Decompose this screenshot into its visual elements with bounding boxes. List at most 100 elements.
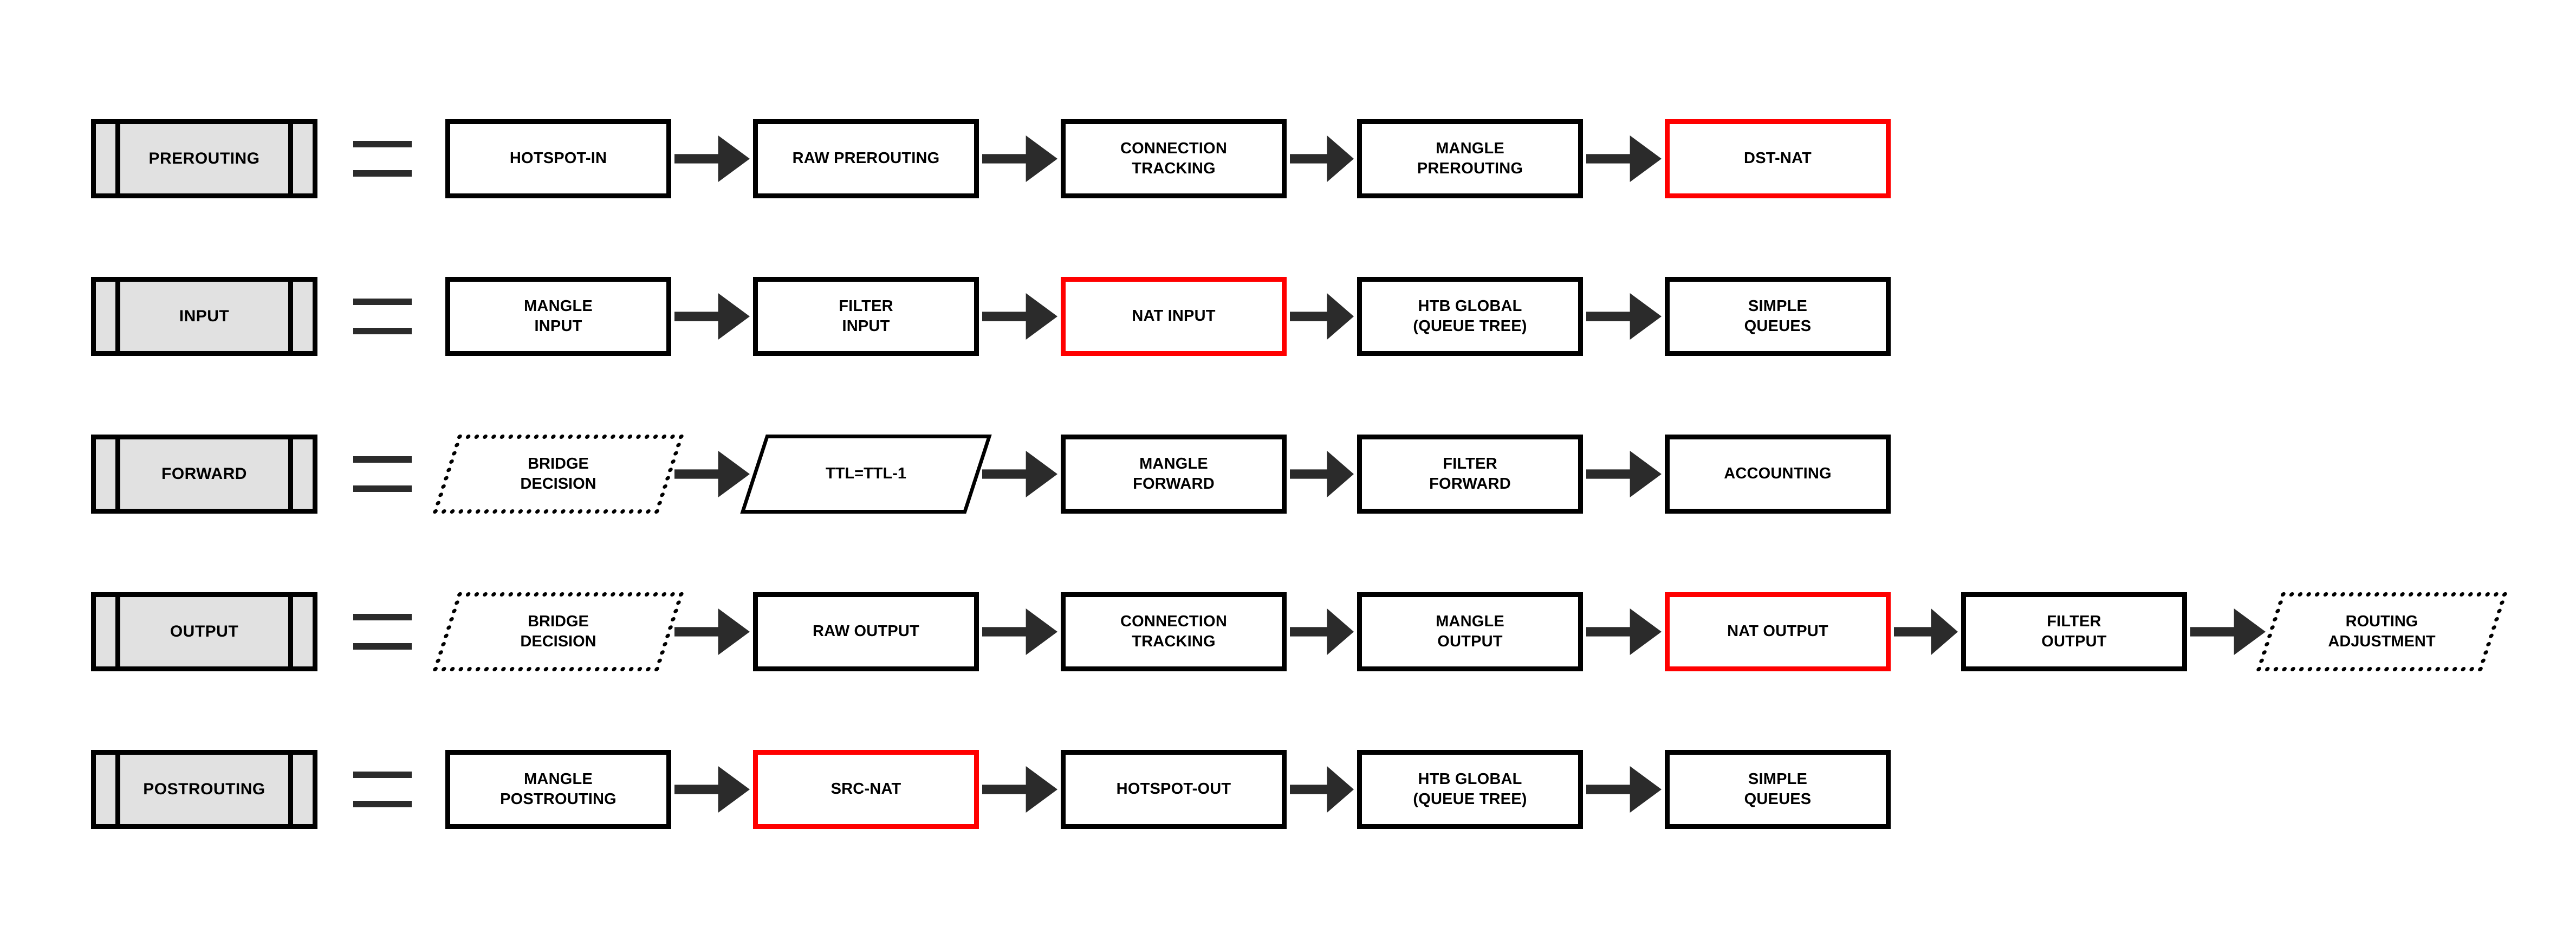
node-hotspot-in: HOTSPOT-IN: [445, 119, 671, 198]
node-label: MANGLE PREROUTING: [1417, 139, 1523, 177]
node-src-nat: SRC-NAT: [753, 750, 979, 829]
arrow-connector: [1586, 451, 1662, 497]
chain-label-text: INPUT: [179, 307, 230, 325]
node-filter-forward: FILTER FORWARD: [1357, 435, 1583, 514]
node-raw-output: RAW OUTPUT: [753, 592, 979, 671]
equals-sign-input: [353, 299, 412, 334]
node-ttl-ttl-1: TTL=TTL-1: [740, 435, 992, 514]
chain-label-forward: FORWARD: [91, 435, 317, 514]
node-simple-queues: SIMPLE QUEUES: [1665, 277, 1891, 356]
chain-label-divider-right: [288, 755, 293, 824]
node-mangle-postrouting: MANGLE POSTROUTING: [445, 750, 671, 829]
node-bridge-decision: BRIDGE DECISION: [432, 435, 684, 514]
node-label: FILTER FORWARD: [1429, 455, 1511, 493]
chain-label-postrouting: POSTROUTING: [91, 750, 317, 829]
chain-label-divider-right: [288, 282, 293, 351]
arrow-glyph: [674, 135, 750, 182]
node-mangle-output: MANGLE OUTPUT: [1357, 592, 1583, 671]
arrow-glyph: [982, 135, 1057, 182]
node-mangle-input: MANGLE INPUT: [445, 277, 671, 356]
arrow-glyph: [674, 451, 750, 497]
arrow-connector: [674, 135, 750, 182]
node-simple-queues: SIMPLE QUEUES: [1665, 750, 1891, 829]
equals-sign-postrouting: [353, 772, 412, 807]
node-label: SRC-NAT: [830, 780, 901, 798]
node-connection-tracking: CONNECTION TRACKING: [1061, 592, 1287, 671]
equals-bar-top: [353, 456, 412, 463]
arrow-glyph: [1290, 608, 1354, 655]
arrow-connector: [1290, 766, 1354, 813]
node-mangle-forward: MANGLE FORWARD: [1061, 435, 1287, 514]
arrow-glyph: [1290, 135, 1354, 182]
node-label: BRIDGE DECISION: [520, 455, 596, 493]
arrow-glyph: [982, 608, 1057, 655]
chain-label-text: PREROUTING: [148, 149, 260, 167]
node-label: NAT INPUT: [1132, 307, 1216, 325]
node-label: BRIDGE DECISION: [520, 612, 596, 650]
arrow-glyph: [1586, 135, 1662, 182]
equals-bar-bottom: [353, 328, 412, 334]
node-filter-output: FILTER OUTPUT: [1961, 592, 2187, 671]
arrow-glyph: [1290, 293, 1354, 340]
arrow-connector: [982, 766, 1057, 813]
node-label: ACCOUNTING: [1724, 465, 1832, 483]
arrow-connector: [674, 293, 750, 340]
diagram-canvas: PREROUTING HOTSPOT-IN RAW PREROUTING CONNEC…: [0, 0, 2576, 946]
chain-label-divider-right: [288, 439, 293, 509]
node-htb-global-queue-tree: HTB GLOBAL (QUEUE TREE): [1357, 277, 1583, 356]
arrow-connector: [982, 293, 1057, 340]
node-label: FILTER INPUT: [839, 297, 893, 335]
equals-bar-top: [353, 614, 412, 620]
equals-sign-prerouting: [353, 141, 412, 177]
arrow-glyph: [1290, 766, 1354, 813]
node-label: RAW PREROUTING: [792, 150, 940, 167]
chain-label-divider-left: [115, 597, 120, 666]
arrow-glyph: [674, 766, 750, 813]
chain-label-divider-left: [115, 439, 120, 509]
equals-bar-bottom: [353, 485, 412, 492]
arrow-connector: [982, 608, 1057, 655]
node-filter-input: FILTER INPUT: [753, 277, 979, 356]
node-hotspot-out: HOTSPOT-OUT: [1061, 750, 1287, 829]
node-nat-output: NAT OUTPUT: [1665, 592, 1891, 671]
arrow-glyph: [1290, 451, 1354, 497]
equals-bar-top: [353, 299, 412, 305]
equals-bar-bottom: [353, 643, 412, 650]
node-label: HOTSPOT-OUT: [1116, 780, 1231, 798]
arrow-connector: [982, 451, 1057, 497]
arrow-glyph: [2190, 608, 2266, 655]
node-label: RAW OUTPUT: [813, 623, 919, 640]
arrow-glyph: [1586, 293, 1662, 340]
arrow-glyph: [982, 766, 1057, 813]
arrow-glyph: [982, 293, 1057, 340]
arrow-connector: [2190, 608, 2266, 655]
chain-label-text: POSTROUTING: [143, 780, 265, 798]
node-mangle-prerouting: MANGLE PREROUTING: [1357, 119, 1583, 198]
chain-label-text: OUTPUT: [170, 622, 239, 640]
node-label: MANGLE FORWARD: [1133, 455, 1215, 493]
arrow-connector: [1586, 766, 1662, 813]
chain-label-input: INPUT: [91, 277, 317, 356]
node-label: SIMPLE QUEUES: [1744, 770, 1812, 808]
arrow-connector: [1290, 451, 1354, 497]
equals-sign-forward: [353, 456, 412, 492]
node-label: MANGLE OUTPUT: [1436, 612, 1504, 650]
equals-sign-output: [353, 614, 412, 650]
arrow-connector: [674, 766, 750, 813]
node-routing-adjustment: ROUTING ADJUSTMENT: [2256, 592, 2508, 671]
equals-bar-bottom: [353, 801, 412, 807]
node-label: MANGLE INPUT: [524, 297, 593, 335]
arrow-connector: [1290, 135, 1354, 182]
node-label: CONNECTION TRACKING: [1120, 612, 1227, 650]
arrow-connector: [982, 135, 1057, 182]
node-label: MANGLE POSTROUTING: [500, 770, 617, 808]
chain-label-text: FORWARD: [161, 464, 247, 483]
chain-label-divider-left: [115, 755, 120, 824]
arrow-glyph: [674, 293, 750, 340]
node-label: HOTSPOT-IN: [509, 150, 607, 167]
arrow-glyph: [982, 451, 1057, 497]
arrow-connector: [1290, 293, 1354, 340]
arrow-connector: [1894, 608, 1958, 655]
node-label: FILTER OUTPUT: [2041, 612, 2107, 650]
arrow-glyph: [1586, 766, 1662, 813]
